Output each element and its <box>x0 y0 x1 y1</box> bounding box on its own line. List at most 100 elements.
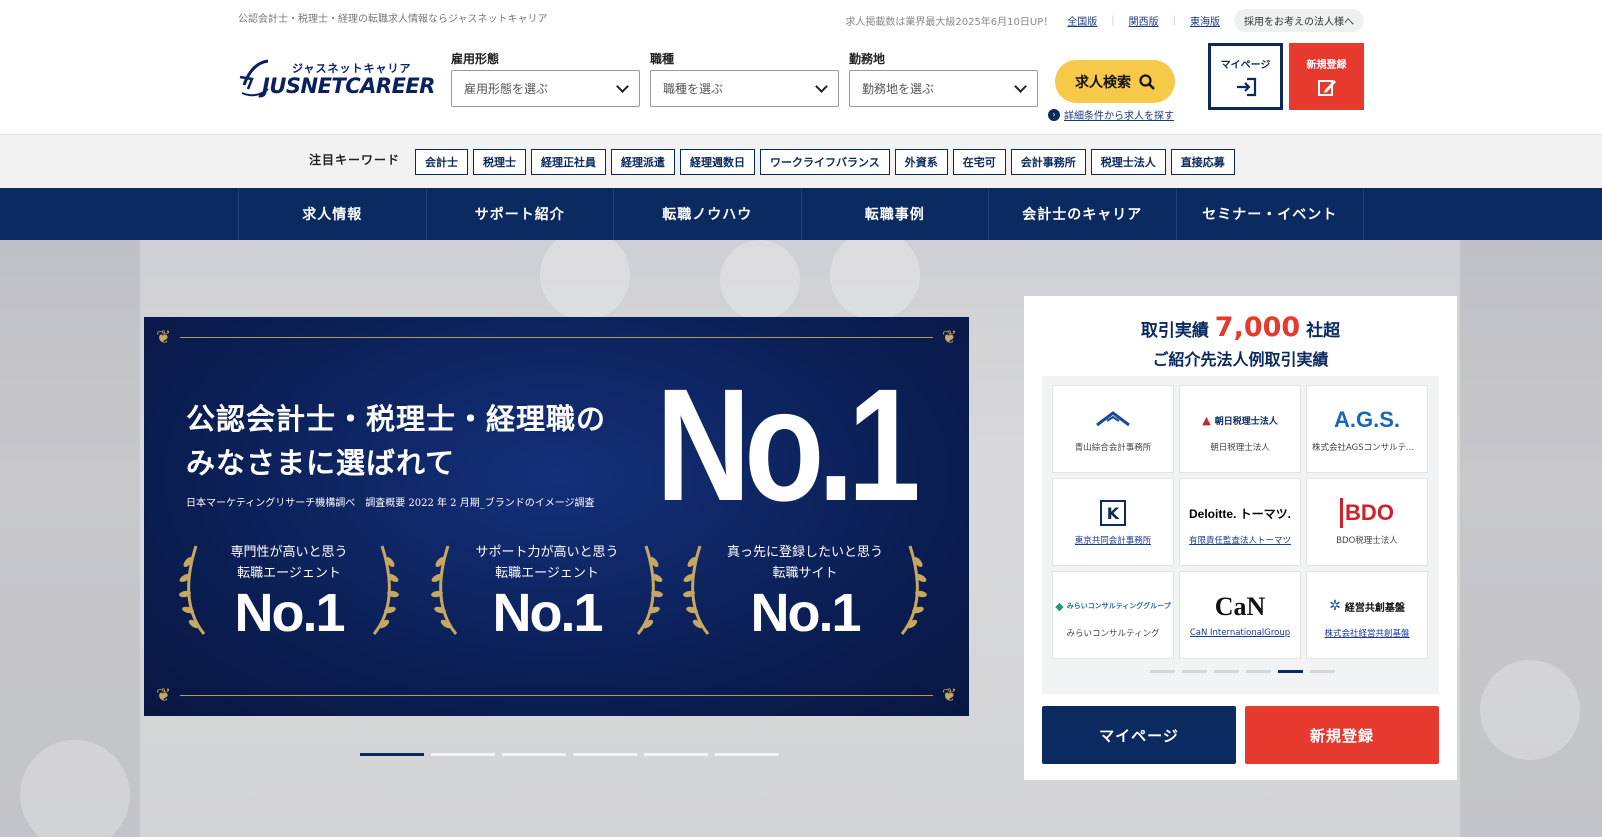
nav-item-cpa-career[interactable]: 会計士のキャリア <box>988 188 1176 240</box>
keyword-tag[interactable]: 税理士 <box>473 149 526 175</box>
award-no1: No.1 <box>750 583 861 643</box>
client-logo: ✲ 経営共創基盤 <box>1329 598 1405 614</box>
location-select[interactable]: 勤務地を選ぶ <box>849 70 1038 107</box>
logo-wordmark: JUSNETCAREER <box>262 74 435 98</box>
login-icon <box>1236 77 1256 97</box>
award-no1: No.1 <box>234 583 345 643</box>
job-select[interactable]: 職種を選ぶ <box>650 70 839 107</box>
keyword-tag[interactable]: 会計士 <box>415 149 468 175</box>
detail-search-link[interactable]: › 詳細条件から求人を探す <box>1048 107 1174 122</box>
employment-select[interactable]: 雇用形態を選ぶ <box>451 70 640 107</box>
banner-source: 日本マーケティングリサーチ機構調べ 調査概要 2022 年 2 月期_ブランドの… <box>186 498 595 509</box>
client-name[interactable]: CaN InternationalGroup <box>1190 628 1290 638</box>
region-link-kansai[interactable]: 関西版 <box>1129 13 1159 28</box>
keyword-tag[interactable]: 外資系 <box>894 149 948 175</box>
job-field: 職種 職種を選ぶ <box>650 50 839 107</box>
chevron-down-icon <box>1014 80 1027 93</box>
keyword-tag[interactable]: 税理士法人 <box>1090 149 1166 175</box>
header-mypage-label: マイページ <box>1220 60 1271 71</box>
keyword-tag[interactable]: 経理派遣 <box>611 149 675 175</box>
client-card[interactable]: ◆ みらいコンサルティンググループ みらいコンサルティング <box>1052 571 1174 659</box>
ornament-icon: ❦ <box>156 327 172 348</box>
header-register-label: 新規登録 <box>1306 60 1347 71</box>
nav-item-seminar[interactable]: セミナー・イベント <box>1175 188 1364 240</box>
job-search-button[interactable]: 求人検索 <box>1055 60 1175 103</box>
banner-slide-indicators <box>360 753 779 756</box>
client-card[interactable]: BDO BDO税理士法人 <box>1306 478 1428 566</box>
location-label: 勤務地 <box>849 52 886 66</box>
award-caption: サポート力が高いと思う <box>475 545 619 560</box>
tagline: 公認会計士・税理士・経理の転職求人情報ならジャスネットキャリア <box>238 14 548 25</box>
client-name: 朝日税理士法人 <box>1210 443 1270 453</box>
hero-banner[interactable]: ❦ ❦ ❦ ❦ 公認会計士・税理士・経理職の みなさまに選ばれて No.1 日本… <box>144 317 969 716</box>
client-logo: ◆ みらいコンサルティンググループ <box>1055 599 1171 613</box>
carousel-indicator[interactable] <box>1246 670 1271 673</box>
client-name: 株式会社AGSコンサルティング <box>1312 443 1422 453</box>
client-card[interactable]: A.G.S. 株式会社AGSコンサルティング <box>1306 385 1428 473</box>
nav-item-support[interactable]: サポート紹介 <box>425 188 614 240</box>
award-caption: 真っ先に登録したいと思う <box>726 545 883 560</box>
top-utility-bar: 求人掲載数は業界最大級2025年6月10日UP！ 全国版 | 関西版 | 東海版… <box>845 9 1364 32</box>
slide-indicator[interactable] <box>644 753 708 756</box>
award-first-choice: 真っ先に登録したいと思う 転職サイト No.1 <box>680 542 930 643</box>
panel-mypage-button[interactable]: マイページ <box>1042 706 1236 764</box>
region-link-national[interactable]: 全国版 <box>1067 13 1097 28</box>
asahi-logo-icon: ▲ <box>1202 413 1211 427</box>
award-caption: 転職エージェント <box>495 566 599 581</box>
global-nav: 求人情報 サポート紹介 転職ノウハウ 転職事例 会計士のキャリア セミナー・イベ… <box>0 188 1602 240</box>
header-mypage-button[interactable]: マイページ <box>1208 43 1283 110</box>
carousel-indicator[interactable] <box>1150 670 1175 673</box>
carousel-indicator[interactable] <box>1278 670 1303 673</box>
client-card[interactable]: Deloitte. トーマツ. 有限責任監査法人トーマツ <box>1179 478 1301 566</box>
client-logo-grid: 青山綜合会計事務所 ▲ 朝日税理士法人 朝日税理士法人 A.G.S. 株式会社A… <box>1052 385 1428 659</box>
keyword-tag[interactable]: 経理正社員 <box>531 149 606 175</box>
keyword-label: 注目キーワード <box>309 153 401 167</box>
banner-headline: 公認会計士・税理士・経理職の みなさまに選ばれて <box>186 402 607 480</box>
site-logo[interactable]: ジャスネットキャリア JUSNETCAREER <box>238 55 435 105</box>
award-caption: 専門性が高いと思う <box>230 545 348 560</box>
keyword-tag[interactable]: 在宅可 <box>952 149 1006 175</box>
carousel-indicator[interactable] <box>1214 670 1239 673</box>
job-select-value: 職種を選ぶ <box>663 82 724 96</box>
keyword-tag[interactable]: ワークライフバランス <box>760 149 890 175</box>
client-name: BDO税理士法人 <box>1336 536 1398 546</box>
client-carousel-indicators <box>1150 670 1335 673</box>
client-card[interactable]: K 東京共同会計事務所 <box>1052 478 1174 566</box>
carousel-indicator[interactable] <box>1182 670 1207 673</box>
search-icon <box>1139 73 1155 90</box>
job-count-notice: 求人掲載数は業界最大級2025年6月10日UP！ <box>845 17 1054 28</box>
client-card[interactable]: ✲ 経営共創基盤 株式会社経営共創基盤 <box>1306 571 1428 659</box>
slide-indicator[interactable] <box>431 753 495 756</box>
client-name[interactable]: 東京共同会計事務所 <box>1075 534 1152 546</box>
slide-indicator[interactable] <box>502 753 566 756</box>
panel-register-button[interactable]: 新規登録 <box>1245 706 1439 764</box>
client-name[interactable]: 株式会社経営共創基盤 <box>1324 627 1409 639</box>
employment-label: 雇用形態 <box>451 52 500 66</box>
keyword-tag[interactable]: 経理週数日 <box>680 149 755 175</box>
chevron-right-icon: › <box>1048 108 1060 121</box>
banner-big-no1: No.1 <box>656 355 921 534</box>
client-name[interactable]: 有限責任監査法人トーマツ <box>1189 534 1291 546</box>
nav-item-cases[interactable]: 転職事例 <box>800 188 989 240</box>
nav-item-jobs[interactable]: 求人情報 <box>238 188 426 240</box>
client-count: 7,000 <box>1214 312 1301 343</box>
chevron-down-icon <box>815 80 828 93</box>
client-card[interactable]: 青山綜合会計事務所 <box>1052 385 1174 473</box>
region-link-tokai[interactable]: 東海版 <box>1190 13 1220 28</box>
client-card[interactable]: ▲ 朝日税理士法人 朝日税理士法人 <box>1179 385 1301 473</box>
slide-indicator[interactable] <box>360 753 424 756</box>
nav-item-knowhow[interactable]: 転職ノウハウ <box>613 188 801 240</box>
carousel-indicator[interactable] <box>1310 670 1335 673</box>
header-register-button[interactable]: 新規登録 <box>1289 43 1364 110</box>
corporate-link[interactable]: 採用をお考えの法人様へ <box>1234 9 1364 32</box>
client-panel: 取引実績 7,000 社超 ご紹介先法人例取引実績 青山綜合会計事務所 ▲ 朝日… <box>1024 296 1457 780</box>
client-card[interactable]: CaN CaN InternationalGroup <box>1179 571 1301 659</box>
edit-icon <box>1317 80 1336 96</box>
keyword-tag[interactable]: 会計事務所 <box>1010 149 1086 175</box>
tokyo-kyodo-logo-icon: K <box>1100 500 1126 526</box>
keyword-tag[interactable]: 直接応募 <box>1170 149 1235 175</box>
keyword-list: 会計士 税理士 経理正社員 経理派遣 経理週数日 ワークライフバランス 外資系 … <box>415 149 1235 175</box>
client-logo: ▲ 朝日税理士法人 <box>1202 413 1278 427</box>
slide-indicator[interactable] <box>573 753 637 756</box>
slide-indicator[interactable] <box>715 753 779 756</box>
